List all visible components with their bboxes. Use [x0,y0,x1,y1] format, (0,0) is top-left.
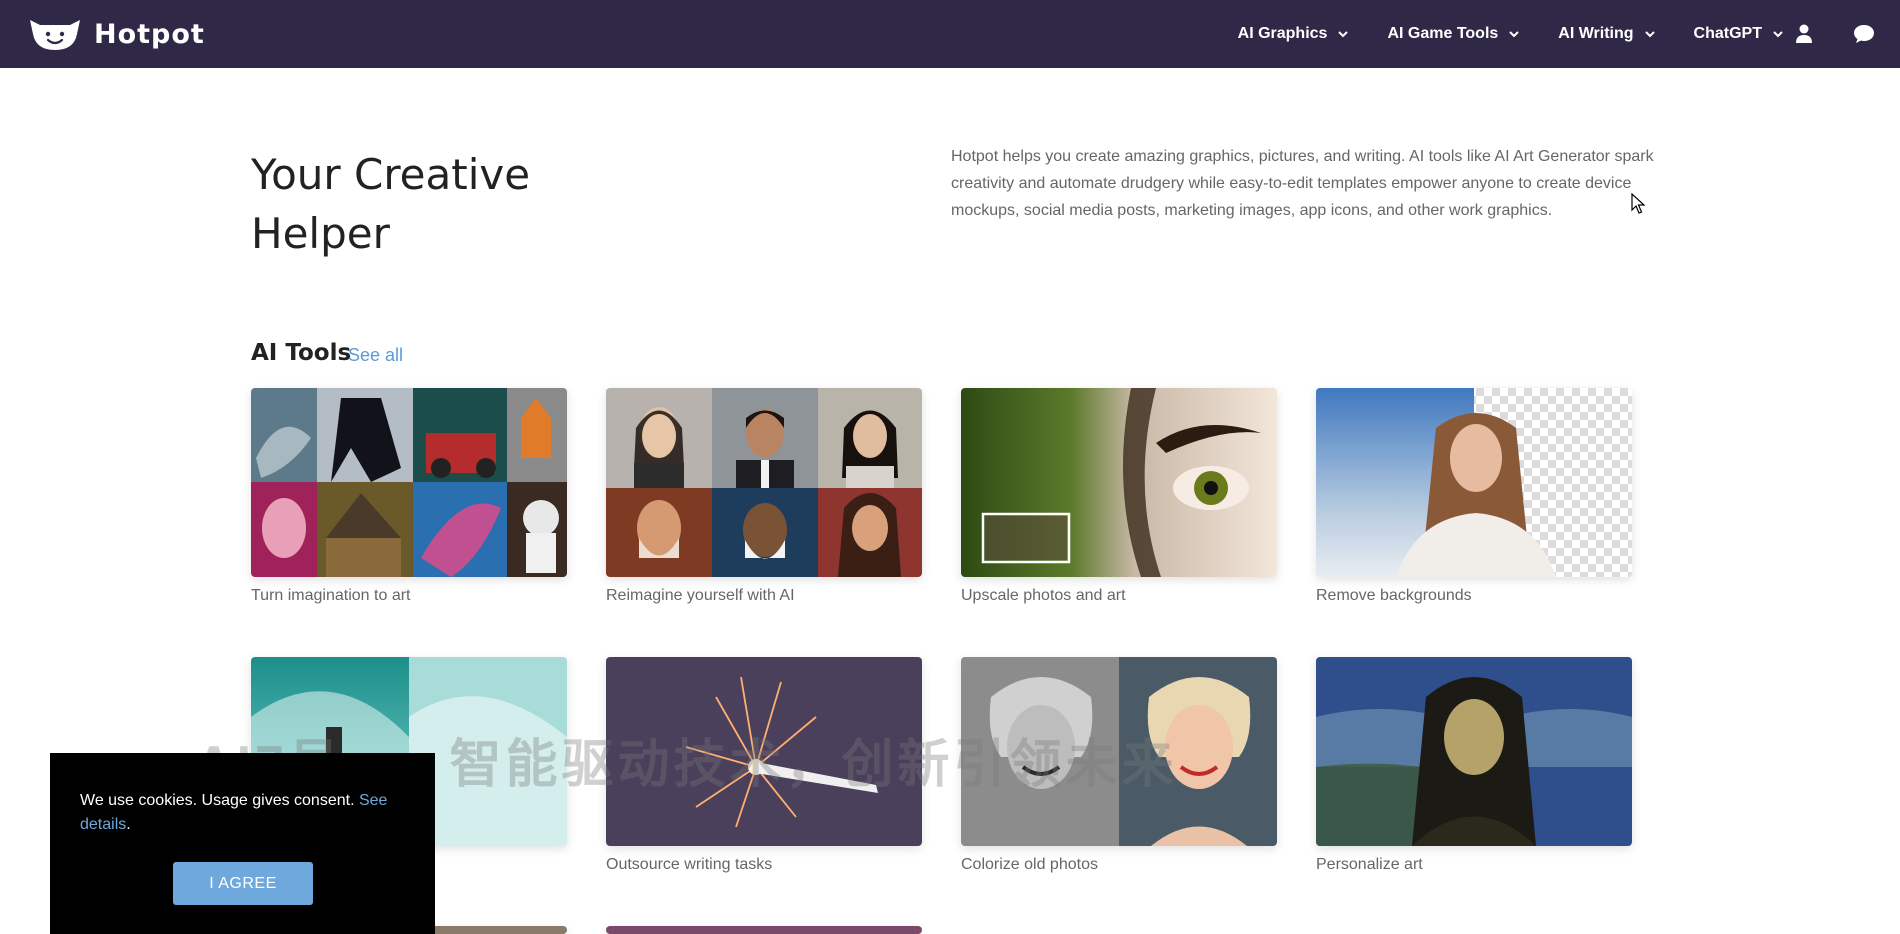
brand-name: Hotpot [94,18,205,50]
tool-card-upscale[interactable]: Upscale photos and art [961,388,1277,605]
cookie-agree-button[interactable]: I AGREE [173,862,313,905]
tool-thumbnail [251,388,567,577]
chevron-down-icon [1644,31,1655,38]
tool-card-label: Outsource writing tasks [606,856,773,873]
tool-card-label: Colorize old photos [961,856,1098,873]
nav-item-label: AI Game Tools [1387,25,1499,42]
nav-item-label: ChatGPT [1693,25,1762,42]
tool-card-label: Personalize art [1316,856,1423,873]
brand-link[interactable]: Hotpot [28,14,205,54]
cookie-text-end: . [126,816,131,833]
nav-item-label: AI Graphics [1237,25,1328,42]
nav-ai-game-tools[interactable]: AI Game Tools [1387,25,1520,43]
see-all-link[interactable]: See all [348,345,403,366]
tool-card-personalize-art[interactable]: Personalize art [1316,657,1632,874]
tool-card-remove-bg[interactable]: Remove backgrounds [1316,388,1632,605]
tool-card-label: Upscale photos and art [961,587,1126,604]
chevron-down-icon [1773,31,1783,38]
nav-ai-graphics[interactable]: AI Graphics [1238,25,1350,43]
tool-thumbnail [961,388,1277,577]
nav-chatgpt[interactable]: ChatGPT [1694,25,1784,43]
tool-card-label: Reimagine yourself with AI [606,587,795,604]
chevron-down-icon [1509,31,1520,38]
hero-description: Hotpot helps you create amazing graphics… [951,148,1654,219]
tool-card-art-generator[interactable]: Turn imagination to art [251,388,567,605]
section-title-ai-tools: AI Tools [251,340,352,366]
tool-thumbnail [606,388,922,577]
hotpot-logo-icon [30,20,80,50]
mouse-pointer-icon [1631,193,1645,214]
user-icon[interactable] [1792,22,1816,46]
top-navbar: Hotpot AI Graphics AI Game Tools AI Writ… [0,0,1900,68]
main-menu: AI Graphics AI Game Tools AI Writing Cha… [1238,0,1784,68]
chevron-down-icon [1338,31,1349,38]
tool-card-ai-headshot[interactable]: Reimagine yourself with AI [606,388,922,605]
tool-card-label: Remove backgrounds [1316,587,1472,604]
chat-bubble-icon[interactable] [1852,22,1876,46]
tool-thumbnail [1316,657,1632,846]
cookie-message: We use cookies. Usage gives consent. See… [80,789,405,837]
nav-item-label: AI Writing [1558,25,1634,42]
tool-thumbnail [1316,388,1632,577]
cookie-text: We use cookies. Usage gives consent. [80,792,355,809]
page-title: Your Creative Helper [251,150,531,258]
cookie-banner: We use cookies. Usage gives consent. See… [50,753,435,934]
nav-ai-writing[interactable]: AI Writing [1558,25,1655,43]
tool-thumbnail-partial[interactable] [606,926,922,934]
tool-card-label: Turn imagination to art [251,587,411,604]
